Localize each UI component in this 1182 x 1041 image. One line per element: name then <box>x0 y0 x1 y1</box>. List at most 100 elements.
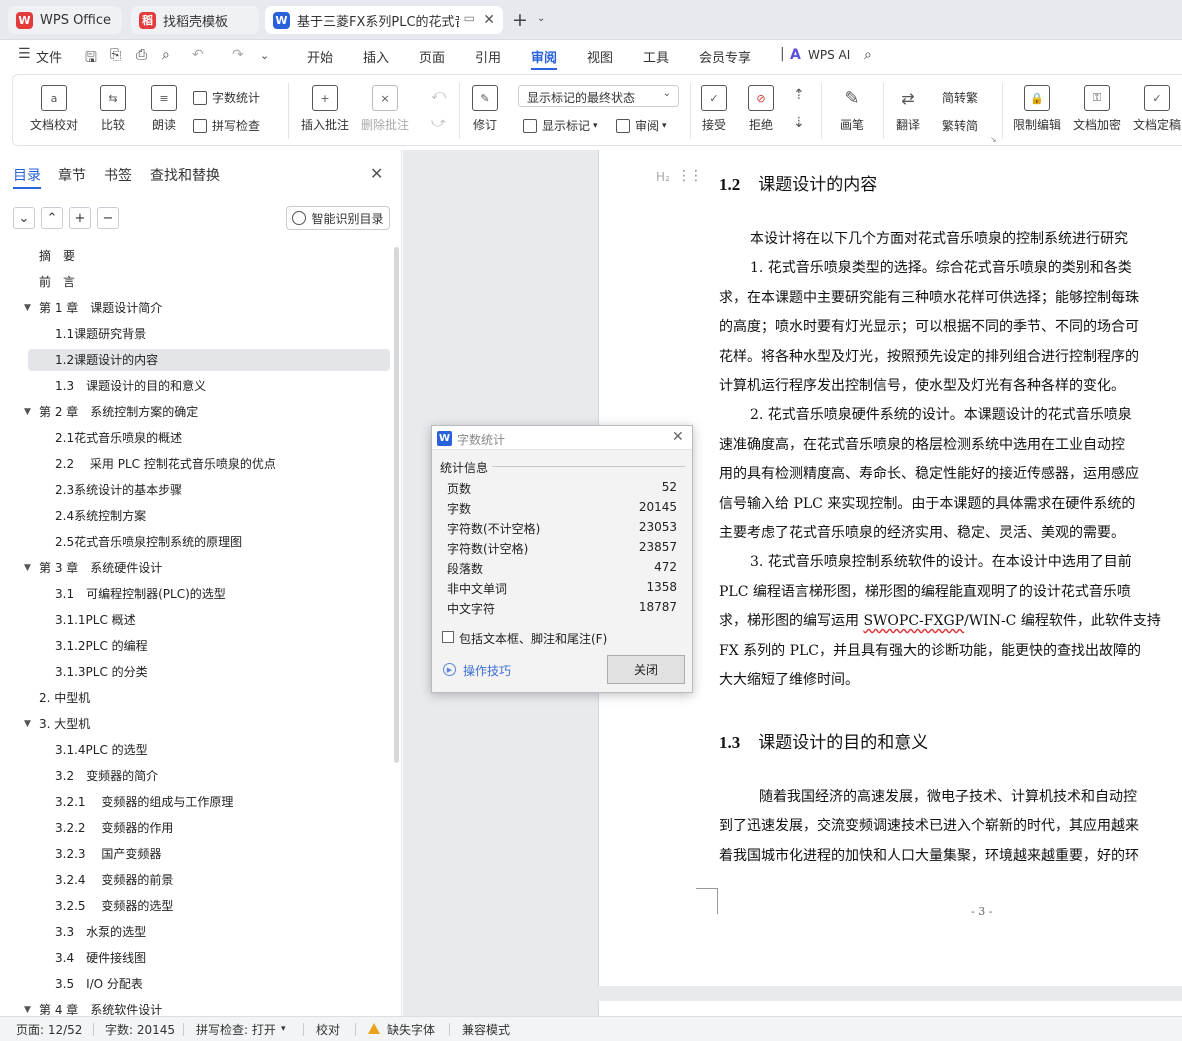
hamburger-menu-icon[interactable]: ☰ <box>18 46 31 62</box>
smart-toc-button[interactable]: 智能识别目录 <box>286 206 390 230</box>
nav-tab-find-replace[interactable]: 查找和替换 <box>150 165 220 185</box>
expand-toggle-icon[interactable]: ▼ <box>24 557 31 579</box>
toc-item[interactable]: 1.2课题设计的内容 <box>0 349 392 371</box>
print-preview-icon[interactable]: ⌕ <box>162 47 170 63</box>
dialog-titlebar[interactable]: W 字数统计 ✕ <box>432 426 692 450</box>
menu-start[interactable]: 开始 <box>307 47 333 66</box>
toc-item[interactable]: ▼ 第 2 章 系统控制方案的确定 <box>0 401 392 423</box>
toc-item[interactable]: 3.1.4PLC 的选型 <box>0 739 392 761</box>
menu-reference[interactable]: 引用 <box>475 47 501 66</box>
toc-item[interactable]: 2.5花式音乐喷泉控制系统的原理图 <box>0 531 392 553</box>
encrypt-button[interactable]: ⚿ 文档加密 <box>1073 85 1121 133</box>
to-traditional-button[interactable]: 简转繁 <box>942 89 978 106</box>
toc-item[interactable]: 3.1.1PLC 概述 <box>0 609 392 631</box>
finalize-button[interactable]: ✓ 文档定稿 <box>1133 85 1181 133</box>
page-indicator[interactable]: 页面: 12/52 <box>16 1021 82 1038</box>
read-aloud-button[interactable]: ≡ 朗读 <box>151 85 177 133</box>
nav-tab-bookmarks[interactable]: 书签 <box>104 165 132 185</box>
undo-icon[interactable]: ↶ <box>192 47 204 63</box>
toc-item[interactable]: 2.2 采用 PLC 控制花式音乐喷泉的优点 <box>0 453 392 475</box>
toc-item[interactable]: 3.1.3PLC 的分类 <box>0 661 392 683</box>
pen-button[interactable]: ✎ 画笔 <box>839 85 865 133</box>
accept-button[interactable]: ✓ 接受 <box>701 85 727 133</box>
delete-comment-button[interactable]: × 删除批注 <box>361 85 409 133</box>
save-icon[interactable]: 🖫 <box>85 47 97 71</box>
spelling-error-run[interactable]: SWOPC-FXGP <box>863 613 964 629</box>
toc-item[interactable]: 3.2 变频器的简介 <box>0 765 392 787</box>
expand-toggle-icon[interactable]: ▼ <box>24 713 31 735</box>
menu-file[interactable]: 文件 <box>36 47 62 66</box>
toc-item[interactable]: 3.1.2PLC 的编程 <box>0 635 392 657</box>
toc-item[interactable]: 2. 中型机 <box>0 687 392 709</box>
missing-font-indicator[interactable]: 缺失字体 <box>387 1021 435 1038</box>
doc-proof-button[interactable]: a 文档校对 <box>30 85 78 133</box>
word-count-button[interactable]: 字数统计 <box>193 89 260 106</box>
compare-button[interactable]: ⇆ 比较 <box>100 85 126 133</box>
remove-heading-button[interactable]: − <box>97 207 119 229</box>
toc-item[interactable]: 2.3系统设计的基本步骤 <box>0 479 392 501</box>
toc-item[interactable]: ▼ 第 3 章 系统硬件设计 <box>0 557 392 579</box>
word-count-indicator[interactable]: 字数: 20145 <box>105 1021 175 1038</box>
nav-tab-sections[interactable]: 章节 <box>58 165 86 185</box>
show-markup-button[interactable]: 显示标记 ▾ <box>523 117 598 134</box>
close-icon[interactable]: ✕ <box>370 164 383 183</box>
spell-check-button[interactable]: 拼写检查 <box>193 117 260 134</box>
markup-state-select[interactable]: 显示标记的最终状态 ⌄ <box>518 85 679 107</box>
tab-document[interactable]: W 基于三菱FX系列PLC的花式音乐 ▭ ✕ <box>265 6 503 34</box>
drag-handle-icon[interactable]: ⋮⋮ <box>677 168 703 184</box>
close-icon[interactable]: ✕ <box>672 429 684 445</box>
reject-button[interactable]: ⊘ 拒绝 <box>748 85 774 133</box>
toc-item[interactable]: 3.2.1 变频器的组成与工作原理 <box>0 791 392 813</box>
toc-item[interactable]: 1.1课题研究背景 <box>0 323 392 345</box>
translate-button[interactable]: ⇄ 翻译 <box>895 85 921 133</box>
toc-item[interactable]: 2.1花式音乐喷泉的概述 <box>0 427 392 449</box>
nav-scrollbar[interactable] <box>394 247 399 763</box>
toc-item[interactable]: ▼ 第 1 章 课题设计简介 <box>0 297 392 319</box>
next-change-icon[interactable]: ⇣ <box>793 115 805 131</box>
more-chevron-icon[interactable]: ⌄ <box>260 49 269 62</box>
expand-toggle-icon[interactable]: ▼ <box>24 297 31 319</box>
toc-item[interactable]: 前 言 <box>0 271 392 293</box>
menu-member[interactable]: 会员专享 <box>699 47 751 66</box>
add-heading-button[interactable]: + <box>69 207 91 229</box>
share-icon[interactable]: ⎘ <box>110 47 121 63</box>
insert-comment-button[interactable]: + 插入批注 <box>301 85 349 133</box>
close-tab-icon[interactable]: ✕ <box>483 12 495 28</box>
spell-check-indicator[interactable]: 拼写检查: 打开 <box>196 1021 276 1038</box>
expand-icon[interactable]: ↘ <box>990 135 997 144</box>
next-comment-icon[interactable]: ⤻ <box>431 115 446 131</box>
chevron-down-icon[interactable]: ▾ <box>281 1024 286 1034</box>
tab-wps-office[interactable]: W WPS Office <box>8 6 122 34</box>
toc-item[interactable]: 摘 要 <box>0 245 392 267</box>
expand-toggle-icon[interactable]: ▼ <box>24 999 31 1015</box>
toc-item[interactable]: ▼ 第 4 章 系统软件设计 <box>0 999 392 1015</box>
chevron-down-icon[interactable]: ⌄ <box>537 13 545 24</box>
toc-item[interactable]: 3.2.5 变频器的选型 <box>0 895 392 917</box>
redo-icon[interactable]: ↷ <box>232 47 244 63</box>
expand-toggle-icon[interactable]: ▼ <box>24 401 31 423</box>
toc-item[interactable]: 3.4 硬件接线图 <box>0 947 392 969</box>
collapse-all-button[interactable]: ⌄ <box>13 207 35 229</box>
include-footnotes-checkbox[interactable] <box>442 631 454 643</box>
tips-link[interactable]: 操作技巧 <box>463 662 511 679</box>
proof-indicator[interactable]: 校对 <box>316 1021 340 1038</box>
toc-item[interactable]: 1.3 课题设计的目的和意义 <box>0 375 392 397</box>
prev-change-icon[interactable]: ⇡ <box>793 87 805 103</box>
toc-item[interactable]: 3.2.3 国产变频器 <box>0 843 392 865</box>
restrict-edit-button[interactable]: 🔒 限制编辑 <box>1013 85 1061 133</box>
close-button[interactable]: 关闭 <box>607 655 685 684</box>
toc-item[interactable]: 3.3 水泵的选型 <box>0 921 392 943</box>
menu-page[interactable]: 页面 <box>419 47 445 66</box>
toc-item[interactable]: 3.2.2 变频器的作用 <box>0 817 392 839</box>
menu-review[interactable]: 审阅 <box>531 47 557 66</box>
include-footnotes-label[interactable]: 包括文本框、脚注和尾注(F) <box>459 630 607 647</box>
toc-item[interactable]: 2.4系统控制方案 <box>0 505 392 527</box>
nav-tab-toc[interactable]: 目录 <box>13 165 41 185</box>
to-simplified-button[interactable]: 繁转简 <box>942 117 978 134</box>
menu-insert[interactable]: 插入 <box>363 47 389 66</box>
toc-item[interactable]: ▼ 3. 大型机 <box>0 713 392 735</box>
expand-up-button[interactable]: ⌃ <box>41 207 63 229</box>
new-tab-plus-icon[interactable]: + <box>512 9 528 31</box>
track-changes-button[interactable]: ✎ 修订 <box>472 85 498 133</box>
review-pane-button[interactable]: 审阅 ▾ <box>616 117 667 134</box>
